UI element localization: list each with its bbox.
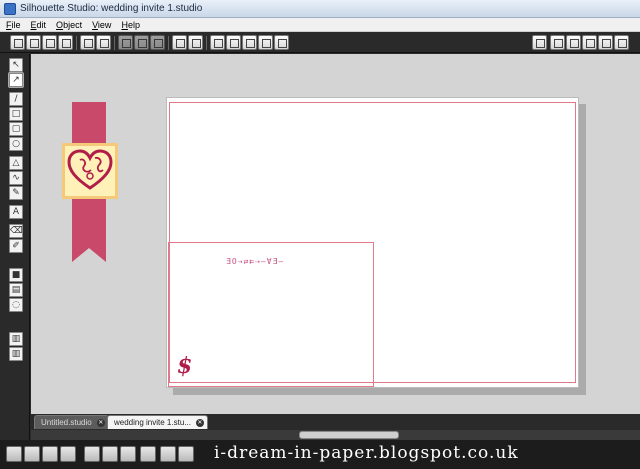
line-style-icon[interactable]: ▤ — [9, 283, 23, 297]
app-icon — [4, 2, 16, 15]
window-title: Silhouette Studio: wedding invite 1.stud… — [20, 3, 203, 14]
menu-bar: File Edit Object View Help — [0, 18, 640, 32]
open-folder-icon[interactable] — [26, 35, 41, 50]
edit-points-tool-icon[interactable]: ↗ — [8, 72, 24, 88]
rounded-rectangle-tool-icon[interactable]: ▢ — [9, 122, 23, 136]
design-store-icon[interactable] — [532, 35, 547, 50]
scrollbar-thumb[interactable] — [299, 431, 399, 439]
page-canvas[interactable]: ƎO⇢⇄⇇⇢–ⱯƎ– $ — [166, 97, 579, 388]
fit-page-icon[interactable] — [274, 35, 289, 50]
menu-view[interactable]: View — [92, 20, 111, 30]
tab-wedding-invite[interactable]: wedding invite 1.stu... ✕ — [107, 415, 208, 429]
release-compound-icon[interactable] — [60, 446, 76, 462]
close-icon[interactable]: ✕ — [96, 419, 105, 427]
ellipse-tool-icon[interactable]: ○ — [9, 137, 23, 151]
delete-icon[interactable] — [102, 446, 118, 462]
menu-file[interactable]: File — [6, 20, 21, 30]
text-tool-icon[interactable]: A — [9, 205, 23, 219]
duplicate-icon[interactable] — [84, 446, 100, 462]
zoom-select-icon[interactable] — [242, 35, 257, 50]
save-icon[interactable] — [42, 35, 57, 50]
bring-front-icon[interactable] — [120, 446, 136, 462]
group-icon[interactable] — [6, 446, 22, 462]
menu-help[interactable]: Help — [121, 20, 140, 30]
bottom-toolbar: i-dream-in-paper.blogspot.co.uk — [0, 440, 640, 469]
freehand-tool-icon[interactable]: ✎ — [9, 186, 23, 200]
save-as-icon[interactable] — [58, 35, 73, 50]
pan-hand-icon[interactable] — [258, 35, 273, 50]
tab-label: Untitled.studio — [41, 418, 92, 427]
cut-settings-icon[interactable] — [614, 35, 629, 50]
polygon-tool-icon[interactable]: △ — [9, 156, 23, 170]
grid-settings-icon[interactable] — [566, 35, 581, 50]
paste-icon[interactable] — [134, 35, 149, 50]
heart-design-frame[interactable] — [62, 143, 118, 199]
tab-untitled[interactable]: Untitled.studio ✕ — [34, 415, 109, 429]
zoom-in-icon[interactable] — [210, 35, 225, 50]
page-settings-icon[interactable] — [550, 35, 565, 50]
weld-icon[interactable] — [160, 446, 176, 462]
zoom-out-icon[interactable] — [226, 35, 241, 50]
undo-icon[interactable] — [172, 35, 187, 50]
print-icon[interactable] — [80, 35, 95, 50]
toolbar-separator — [76, 36, 77, 50]
toolbar-separator — [168, 36, 169, 50]
design-text-object[interactable]: ƎO⇢⇄⇇⇢–ⱯƎ– — [226, 257, 284, 266]
new-doc-icon[interactable] — [10, 35, 25, 50]
close-icon[interactable]: ✕ — [195, 419, 204, 427]
replicate-icon[interactable] — [598, 35, 613, 50]
tab-label: wedding invite 1.stu... — [114, 418, 191, 427]
rectangle-tool-icon[interactable]: □ — [9, 107, 23, 121]
library-panel-icon[interactable]: ▥ — [9, 332, 23, 346]
make-compound-icon[interactable] — [42, 446, 58, 462]
redo-icon[interactable] — [188, 35, 203, 50]
eraser-tool-icon[interactable]: ⌫ — [9, 224, 23, 238]
line-tool-icon[interactable]: / — [9, 92, 23, 106]
send-back-icon[interactable] — [140, 446, 156, 462]
title-bar: Silhouette Studio: wedding invite 1.stud… — [0, 0, 640, 18]
align-icon[interactable] — [582, 35, 597, 50]
knife-tool-icon[interactable]: ✐ — [9, 239, 23, 253]
toolbar-separator — [114, 36, 115, 50]
library-panel-2-icon[interactable]: ▥ — [9, 347, 23, 361]
heart-icon — [67, 149, 113, 190]
menu-edit[interactable]: Edit — [31, 20, 47, 30]
fill-color-icon[interactable]: ■ — [9, 268, 23, 282]
left-toolbox: ↖ ↗ / □ ▢ ○ △ ∿ ✎ A ⌫ ✐ ■ ▤ ◌ ▥ ▥ — [0, 54, 30, 442]
blog-watermark: i-dream-in-paper.blogspot.co.uk — [214, 443, 519, 463]
silhouette-studio-window: Silhouette Studio: wedding invite 1.stud… — [0, 0, 640, 469]
design-workspace[interactable]: ƎO⇢⇄⇇⇢–ⱯƎ– $ — [31, 54, 640, 414]
trace-tool-icon[interactable]: ◌ — [9, 298, 23, 312]
ungroup-icon[interactable] — [24, 446, 40, 462]
copy-icon[interactable] — [118, 35, 133, 50]
send-to-cutter-icon[interactable] — [96, 35, 111, 50]
document-tabs: Untitled.studio ✕ wedding invite 1.stu..… — [31, 414, 640, 430]
offset-icon[interactable] — [178, 446, 194, 462]
select-tool-icon[interactable]: ↖ — [9, 58, 23, 72]
main-toolbar — [0, 33, 640, 53]
cut-icon[interactable] — [150, 35, 165, 50]
toolbar-separator — [206, 36, 207, 50]
horizontal-scrollbar[interactable] — [31, 430, 640, 440]
curve-tool-icon[interactable]: ∿ — [9, 171, 23, 185]
card-outline[interactable]: ƎO⇢⇄⇇⇢–ⱯƎ– $ — [168, 242, 374, 387]
menu-object[interactable]: Object — [56, 20, 82, 30]
monogram-design[interactable]: $ — [177, 353, 192, 379]
